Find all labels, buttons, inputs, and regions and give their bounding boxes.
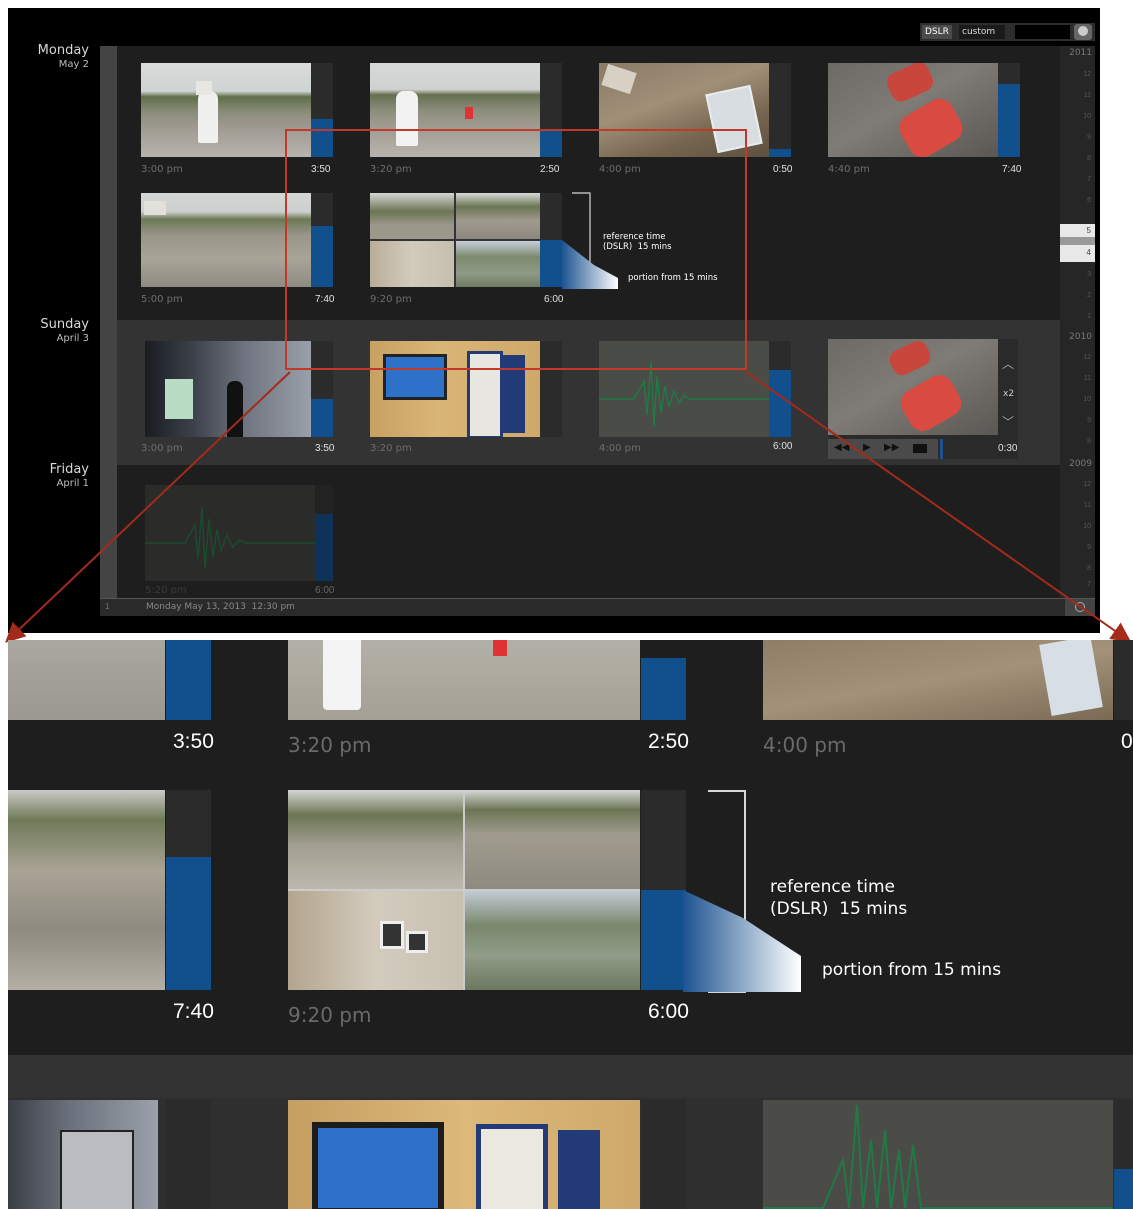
zoom-thumbnail — [8, 640, 165, 720]
zoom-duration-bar — [166, 640, 211, 720]
person-figure — [323, 640, 361, 710]
zoom-thumbnail — [8, 1100, 158, 1209]
zoom-thumbnail — [8, 790, 165, 990]
zoom-duration-bar — [166, 1100, 211, 1209]
screen-shape — [60, 1130, 134, 1209]
photo-debris — [1039, 640, 1103, 716]
zoom-portion-label: portion from 15 mins — [822, 960, 1002, 980]
tv-screen — [312, 1122, 444, 1209]
subclip-1 — [288, 790, 463, 889]
audio-waveform — [763, 1104, 1113, 1209]
zoom-time: 4:00 pm — [763, 733, 847, 757]
zoom-bar-fill — [641, 890, 686, 990]
zoom-bar-fill — [166, 857, 211, 990]
frame-shape — [406, 931, 428, 953]
frame-shape — [380, 921, 404, 949]
cone-shape — [493, 640, 507, 656]
zoomed-detail: 3:50 3:20 pm 2:50 4:00 pm 0 7:40 9:20 pm… — [8, 640, 1133, 1209]
zoom-duration-bar — [641, 790, 686, 990]
poster-board — [476, 1124, 548, 1209]
subclip-2 — [465, 790, 640, 889]
zoom-duration-bar — [1114, 640, 1133, 720]
arrow-right — [745, 371, 1132, 643]
zoom-duration-bar — [641, 1100, 686, 1209]
zoom-thumbnail — [288, 1100, 640, 1209]
zoom-thumbnail — [763, 640, 1113, 720]
zoom-duration: 6:00 — [648, 1000, 689, 1023]
zoom-duration: 3:50 — [173, 730, 214, 753]
zoom-duration-bar — [1114, 1100, 1133, 1209]
zoom-time: 9:20 pm — [288, 1003, 372, 1027]
zoom-thumbnail — [288, 640, 640, 720]
zoom-duration-partial: 0 — [1121, 730, 1133, 753]
zoom-reference-label: reference time (DSLR) 15 mins — [770, 877, 908, 919]
zoom-thumbnail-audio — [763, 1100, 1113, 1209]
poster-board — [558, 1130, 600, 1209]
zoom-thumbnail-multi — [288, 790, 640, 990]
subclip-4 — [465, 891, 640, 990]
zoom-duration-bar — [641, 658, 686, 720]
zoom-duration: 7:40 — [173, 1000, 214, 1023]
zoom-callout-arrows — [5, 371, 1132, 643]
arrow-left — [5, 371, 291, 643]
zoom-duration: 2:50 — [648, 730, 689, 753]
zoom-bar-fill — [1114, 1169, 1133, 1209]
zoom-time: 3:20 pm — [288, 733, 372, 757]
subclip-3 — [288, 891, 463, 990]
zoom-lane-separator — [8, 1055, 1133, 1097]
zoom-duration-bar — [166, 790, 211, 990]
